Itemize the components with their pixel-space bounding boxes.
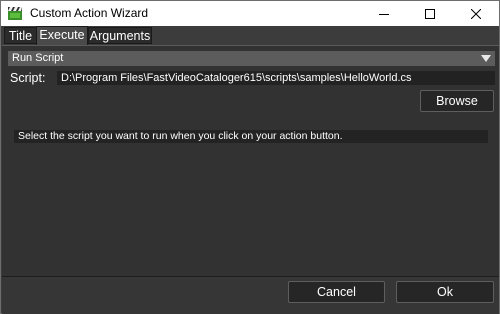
window-title: Custom Action Wizard bbox=[30, 6, 149, 20]
browse-button[interactable]: Browse bbox=[420, 90, 494, 112]
tab-title[interactable]: Title bbox=[4, 27, 37, 44]
action-type-value: Run Script bbox=[12, 52, 64, 64]
script-label: Script: bbox=[10, 71, 46, 85]
close-button[interactable] bbox=[453, 1, 499, 26]
title-bar[interactable]: Custom Action Wizard bbox=[1, 1, 499, 26]
chevron-down-icon bbox=[481, 55, 491, 62]
minimize-icon bbox=[379, 9, 389, 19]
close-icon bbox=[471, 8, 481, 19]
clapperboard-icon bbox=[8, 7, 22, 20]
custom-action-wizard-window: Custom Action Wizard Title Execute Argum… bbox=[0, 0, 500, 314]
maximize-button[interactable] bbox=[407, 1, 453, 26]
script-path-field[interactable]: D:\Program Files\FastVideoCataloger615\s… bbox=[57, 71, 495, 85]
action-type-dropdown[interactable]: Run Script bbox=[8, 51, 495, 66]
execute-panel: Run Script Script: D:\Program Files\Fast… bbox=[2, 45, 499, 276]
script-description: Select the script you want to run when y… bbox=[14, 130, 488, 143]
maximize-icon bbox=[425, 8, 435, 19]
ok-button[interactable]: Ok bbox=[396, 281, 494, 303]
dialog-footer: Cancel Ok bbox=[2, 276, 499, 314]
tab-execute[interactable]: Execute bbox=[36, 26, 88, 46]
tab-arguments[interactable]: Arguments bbox=[88, 27, 152, 44]
cancel-button[interactable]: Cancel bbox=[288, 281, 385, 303]
minimize-button[interactable] bbox=[361, 1, 407, 26]
